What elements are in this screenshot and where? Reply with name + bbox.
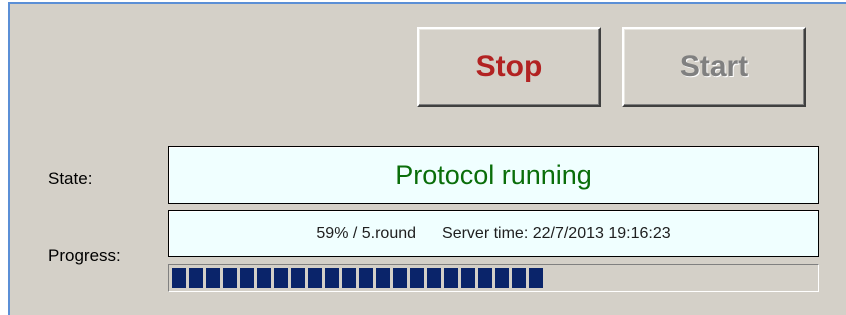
state-label: State: bbox=[48, 169, 93, 188]
progress-segment bbox=[461, 268, 475, 288]
progress-segment bbox=[223, 268, 237, 288]
progress-segment bbox=[393, 268, 407, 288]
progress-segment bbox=[478, 268, 492, 288]
state-value: Protocol running bbox=[395, 159, 592, 190]
progress-segment bbox=[240, 268, 254, 288]
progress-segment bbox=[189, 268, 203, 288]
start-button[interactable]: Start bbox=[622, 27, 806, 107]
progress-bar bbox=[168, 264, 819, 292]
progress-segment bbox=[376, 268, 390, 288]
progress-segment bbox=[410, 268, 424, 288]
progress-segment bbox=[529, 268, 543, 288]
protocol-control-panel: Stop Start State: Protocol running Progr… bbox=[8, 2, 846, 315]
state-display: Protocol running bbox=[168, 146, 819, 204]
stop-button[interactable]: Stop bbox=[417, 27, 601, 107]
progress-segment bbox=[308, 268, 322, 288]
server-time: Server time: 22/7/2013 19:16:23 bbox=[442, 224, 671, 242]
progress-info-display: 59% / 5.round Server time: 22/7/2013 19:… bbox=[168, 210, 819, 257]
progress-segment bbox=[274, 268, 288, 288]
progress-segment bbox=[325, 268, 339, 288]
progress-segment bbox=[342, 268, 356, 288]
progress-percent-round: 59% / 5.round bbox=[316, 224, 417, 242]
progress-segment bbox=[257, 268, 271, 288]
progress-segment bbox=[444, 268, 458, 288]
progress-segment bbox=[512, 268, 526, 288]
progress-segment bbox=[291, 268, 305, 288]
progress-label: Progress: bbox=[48, 246, 121, 265]
progress-segment bbox=[427, 268, 441, 288]
progress-segment bbox=[206, 268, 220, 288]
progress-bar-fill bbox=[172, 268, 815, 288]
progress-segment bbox=[495, 268, 509, 288]
progress-segment bbox=[172, 268, 186, 288]
progress-segment bbox=[359, 268, 373, 288]
